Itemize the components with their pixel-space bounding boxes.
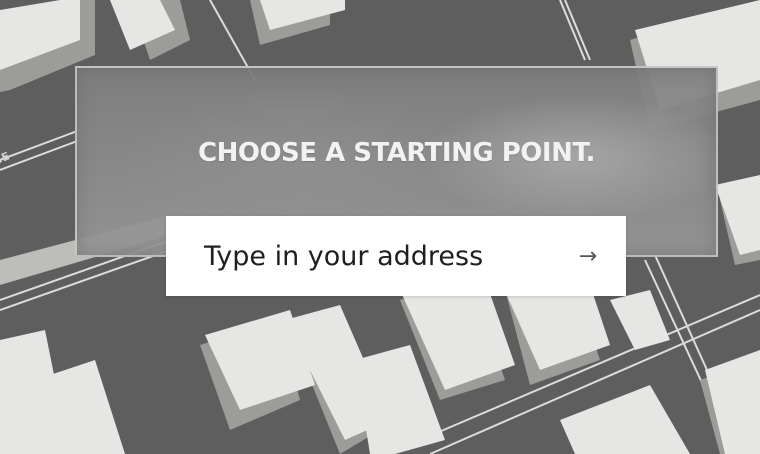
- panel-title: CHOOSE A STARTING POINT.: [198, 138, 596, 168]
- right-arrow-icon: →: [578, 243, 598, 269]
- submit-address-button[interactable]: →: [570, 238, 606, 274]
- address-search-box: →: [166, 216, 626, 296]
- address-input[interactable]: [204, 236, 544, 276]
